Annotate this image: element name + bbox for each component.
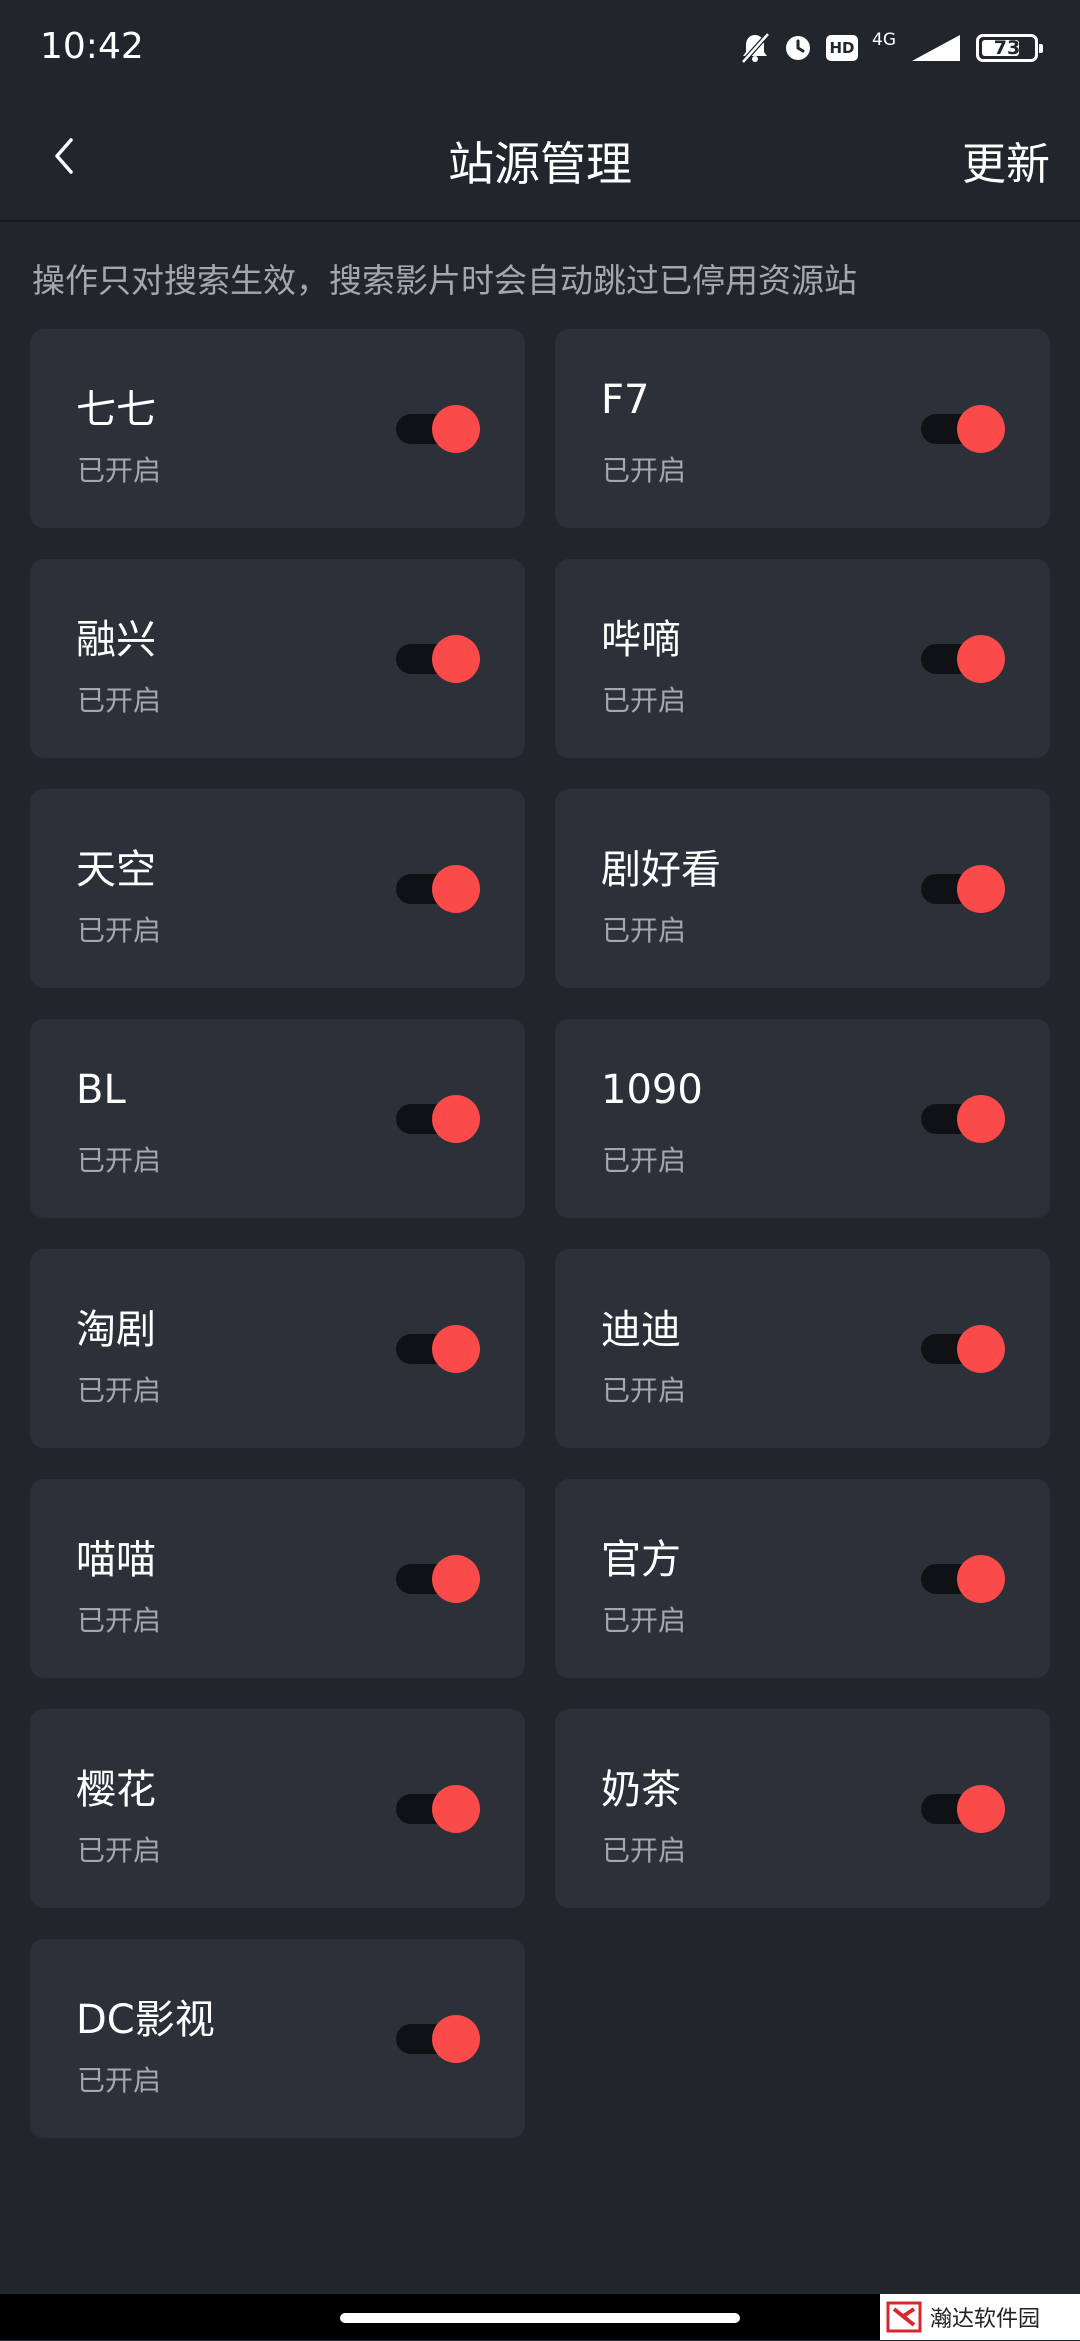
nav-bar: 瀚达软件园 xyxy=(0,2294,1080,2340)
source-card: BL 已开启 xyxy=(30,1019,525,1218)
source-status: 已开启 xyxy=(602,914,687,947)
source-status: 已开启 xyxy=(77,1604,162,1637)
status-time: 10:42 xyxy=(40,26,144,67)
source-card: 1090 已开启 xyxy=(555,1019,1050,1218)
source-status: 已开启 xyxy=(602,1374,687,1407)
watermark-logo-icon xyxy=(884,2297,924,2337)
toggle-knob xyxy=(957,1325,1005,1373)
source-toggle[interactable] xyxy=(921,1555,1007,1603)
source-card: 剧好看 已开启 xyxy=(555,789,1050,988)
source-toggle[interactable] xyxy=(921,1785,1007,1833)
toggle-knob xyxy=(432,1325,480,1373)
source-toggle[interactable] xyxy=(396,635,482,683)
network-label: 4G xyxy=(872,29,896,50)
source-status: 已开启 xyxy=(77,1374,162,1407)
source-toggle[interactable] xyxy=(396,405,482,453)
toggle-knob xyxy=(432,1555,480,1603)
source-toggle[interactable] xyxy=(921,405,1007,453)
source-toggle[interactable] xyxy=(921,1325,1007,1373)
source-status: 已开启 xyxy=(602,454,687,487)
battery-icon: 73 xyxy=(976,34,1043,62)
toggle-knob xyxy=(957,635,1005,683)
source-status: 已开启 xyxy=(602,684,687,717)
source-name: BL xyxy=(76,1067,126,1113)
hd-badge: HD xyxy=(826,35,858,61)
source-card: 官方 已开启 xyxy=(555,1479,1050,1678)
source-toggle[interactable] xyxy=(921,635,1007,683)
source-status: 已开启 xyxy=(602,1834,687,1867)
source-name: 天空 xyxy=(76,847,156,893)
source-toggle[interactable] xyxy=(921,1095,1007,1143)
home-indicator[interactable] xyxy=(340,2313,740,2323)
alarm-clock-icon xyxy=(784,34,812,62)
source-name: F7 xyxy=(601,377,650,423)
source-name: 融兴 xyxy=(76,617,156,663)
source-toggle[interactable] xyxy=(396,2015,482,2063)
toggle-knob xyxy=(432,405,480,453)
watermark: 瀚达软件园 xyxy=(880,2294,1080,2340)
source-card: 奶茶 已开启 xyxy=(555,1709,1050,1908)
source-status: 已开启 xyxy=(602,1604,687,1637)
app-header: 站源管理 更新 xyxy=(0,96,1080,222)
source-name: 迪迪 xyxy=(601,1307,681,1353)
source-card: DC影视已开启 xyxy=(30,1939,525,2138)
source-card: 哔嘀 已开启 xyxy=(555,559,1050,758)
source-name: 淘剧 xyxy=(76,1307,156,1353)
source-grid: 七七 已开启 F7 已开启 融兴 已开启 哔嘀 已开启 天空 已开启 剧好看 已开启 BL 已开启 1090… xyxy=(30,329,1050,2138)
toggle-knob xyxy=(432,865,480,913)
source-card: 迪迪 已开启 xyxy=(555,1249,1050,1448)
source-status: 已开启 xyxy=(77,2064,162,2097)
source-status: 已开启 xyxy=(77,684,162,717)
source-name: 奶茶 xyxy=(601,1767,681,1813)
source-card: 淘剧 已开启 xyxy=(30,1249,525,1448)
toggle-knob xyxy=(432,1785,480,1833)
status-bar: 10:42 HD 4G 73 xyxy=(0,0,1080,96)
battery-level: 73 xyxy=(993,37,1021,59)
source-name: 七七 xyxy=(76,387,156,433)
source-status: 已开启 xyxy=(77,914,162,947)
status-icons: HD 4G 73 xyxy=(740,28,1043,68)
source-toggle[interactable] xyxy=(921,865,1007,913)
source-status: 已开启 xyxy=(77,1834,162,1867)
battery-tip xyxy=(1039,44,1043,53)
toggle-knob xyxy=(957,1555,1005,1603)
source-name: 1090 xyxy=(601,1067,703,1113)
source-name: 樱花 xyxy=(76,1767,156,1813)
signal-icon xyxy=(910,33,962,63)
page-title: 站源管理 xyxy=(448,137,632,191)
source-toggle[interactable] xyxy=(396,1325,482,1373)
source-name: 官方 xyxy=(601,1537,681,1583)
watermark-text: 瀚达软件园 xyxy=(930,2307,1041,2332)
source-card: 天空 已开启 xyxy=(30,789,525,988)
update-button[interactable]: 更新 xyxy=(962,128,1050,192)
source-card: F7 已开启 xyxy=(555,329,1050,528)
toggle-knob xyxy=(432,1095,480,1143)
source-name: 喵喵 xyxy=(76,1537,156,1583)
source-name: DC影视 xyxy=(76,1997,215,2043)
source-card: 喵喵 已开启 xyxy=(30,1479,525,1678)
toggle-knob xyxy=(432,2015,480,2063)
source-name: 剧好看 xyxy=(601,847,721,893)
source-toggle[interactable] xyxy=(396,1095,482,1143)
source-card: 七七 已开启 xyxy=(30,329,525,528)
source-name: 哔嘀 xyxy=(601,617,681,663)
toggle-knob xyxy=(432,635,480,683)
source-card: 樱花 已开启 xyxy=(30,1709,525,1908)
toggle-knob xyxy=(957,1095,1005,1143)
source-toggle[interactable] xyxy=(396,865,482,913)
toggle-knob xyxy=(957,1785,1005,1833)
source-card: 融兴 已开启 xyxy=(30,559,525,758)
source-status: 已开启 xyxy=(602,1144,687,1177)
toggle-knob xyxy=(957,865,1005,913)
source-status: 已开启 xyxy=(77,454,162,487)
source-toggle[interactable] xyxy=(396,1785,482,1833)
muted-bell-icon xyxy=(740,32,770,64)
notice-text: 操作只对搜索生效，搜索影片时会自动跳过已停用资源站 xyxy=(32,261,857,300)
source-toggle[interactable] xyxy=(396,1555,482,1603)
toggle-knob xyxy=(957,405,1005,453)
source-status: 已开启 xyxy=(77,1144,162,1177)
